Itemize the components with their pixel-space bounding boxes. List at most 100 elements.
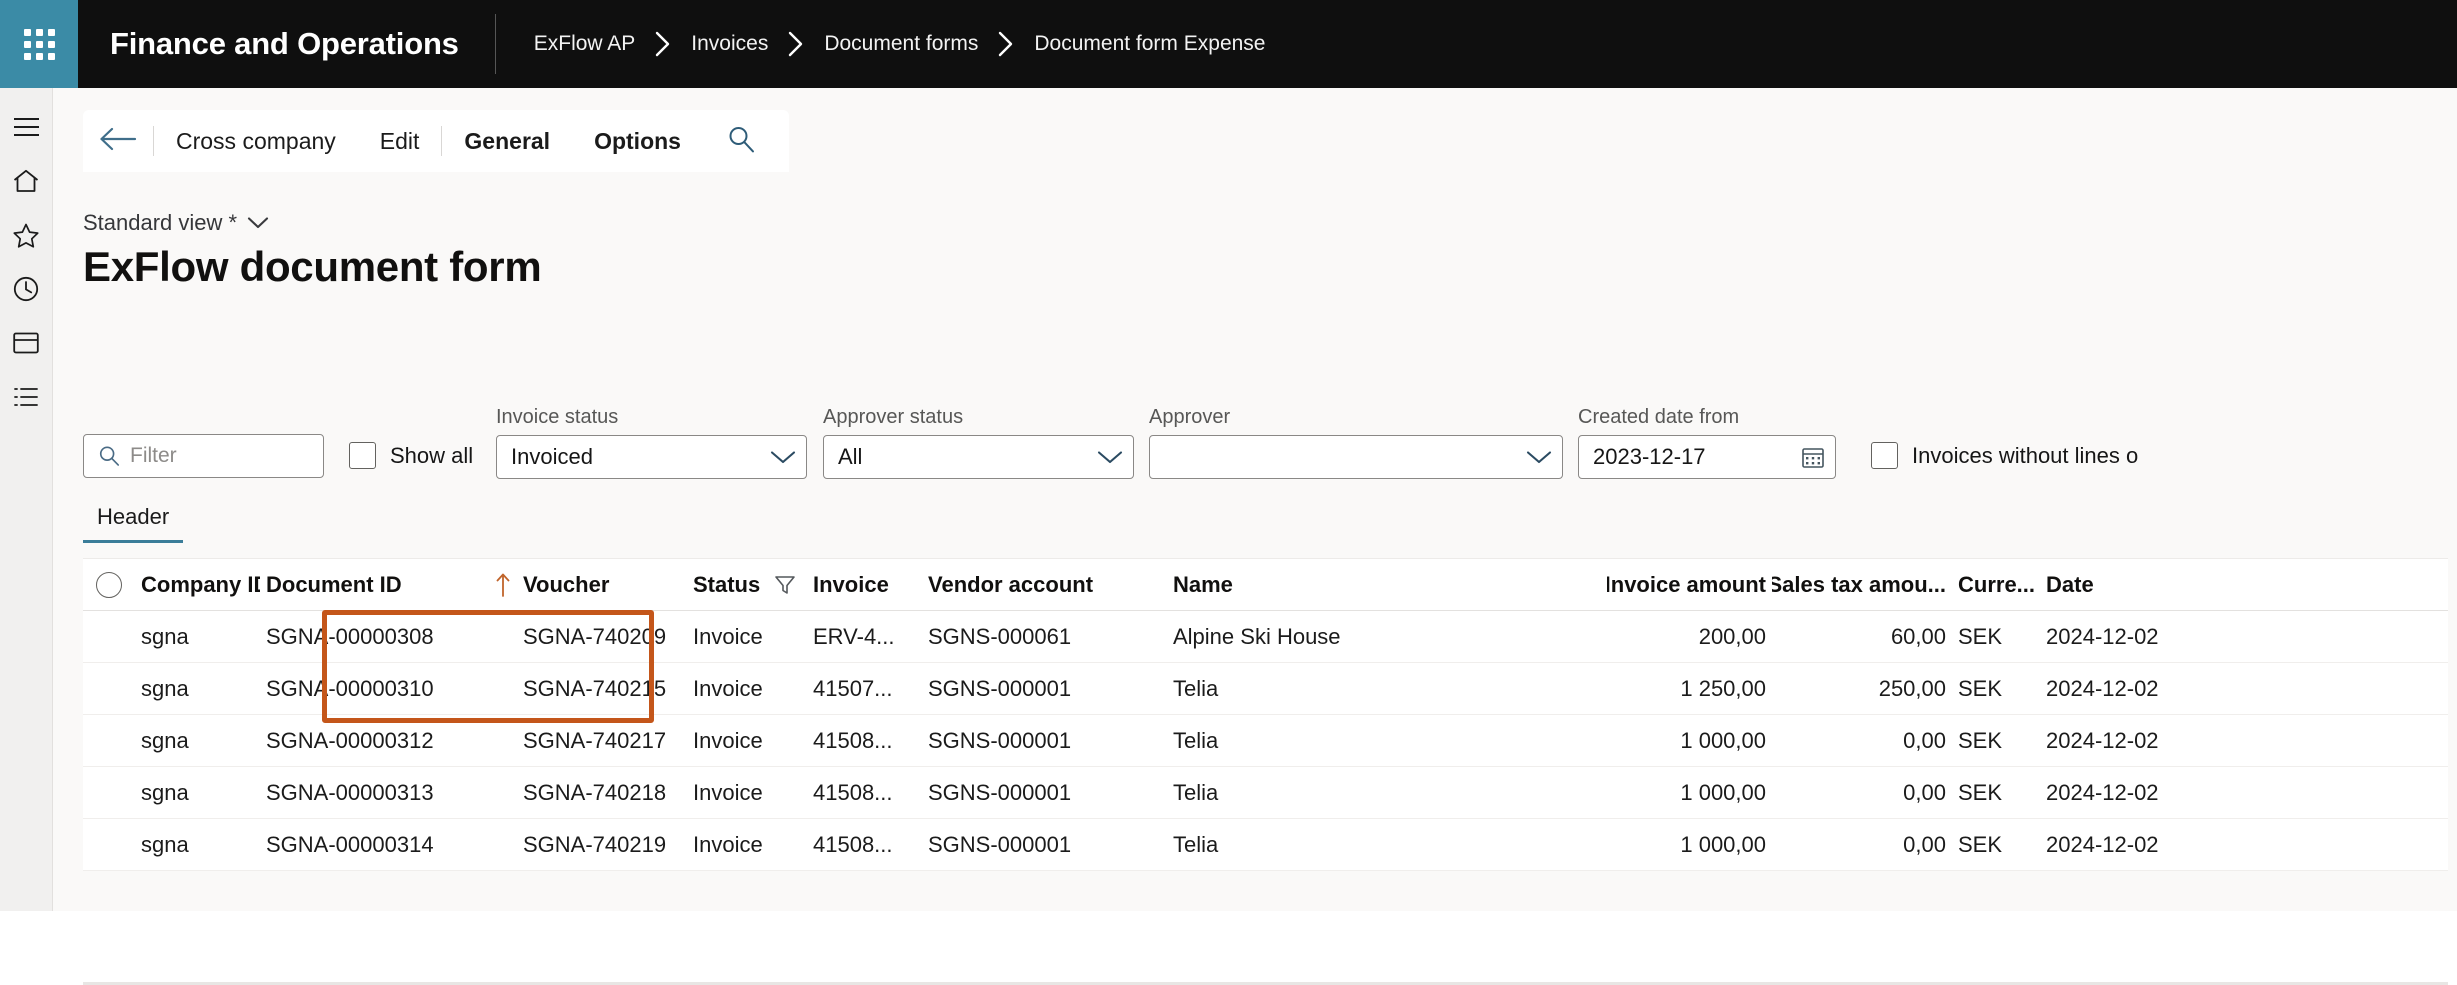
cell-sales-tax-amount[interactable]: 0,00 bbox=[1772, 728, 1952, 754]
cell-document-id[interactable]: SGNA-00000314 bbox=[260, 832, 445, 858]
cell-invoice[interactable]: 41508... bbox=[807, 728, 922, 754]
cell-document-id[interactable]: SGNA-00000312 bbox=[260, 728, 445, 754]
cell-invoice-amount[interactable]: 200,00 bbox=[1607, 624, 1772, 650]
cell-invoice-amount[interactable]: 1 000,00 bbox=[1607, 728, 1772, 754]
cell-vendor-account[interactable]: SGNS-000001 bbox=[922, 832, 1167, 858]
invoices-without-lines-checkbox[interactable] bbox=[1871, 442, 1898, 469]
cell-name[interactable]: Telia bbox=[1167, 728, 1607, 754]
sidebar-item-menu[interactable] bbox=[4, 106, 48, 148]
cell-vendor-account[interactable]: SGNS-000001 bbox=[922, 728, 1167, 754]
back-button[interactable] bbox=[83, 110, 153, 172]
cell-name[interactable]: Telia bbox=[1167, 780, 1607, 806]
column-header-date[interactable]: Date bbox=[2040, 572, 2240, 598]
cell-sales-tax-amount[interactable]: 0,00 bbox=[1772, 780, 1952, 806]
cell-company-id[interactable]: sgna bbox=[135, 728, 260, 754]
table-row[interactable]: sgnaSGNA-00000310 SGNA-740215Invoiced 4150… bbox=[83, 663, 2448, 715]
select-all-cell[interactable] bbox=[83, 571, 135, 598]
filter-funnel-icon[interactable] bbox=[762, 574, 807, 596]
invoice-status-select[interactable]: Invoiced bbox=[496, 435, 807, 479]
column-header-company-id[interactable]: Company ID bbox=[135, 572, 260, 598]
cell-document-id[interactable]: SGNA-00000310 bbox=[260, 676, 445, 702]
cell-date[interactable]: 2024-12-02 bbox=[2040, 624, 2240, 650]
cell-company-id[interactable]: sgna bbox=[135, 676, 260, 702]
filter-input[interactable]: Filter bbox=[83, 434, 324, 478]
show-all-checkbox[interactable] bbox=[349, 442, 376, 469]
cell-company-id[interactable]: sgna bbox=[135, 832, 260, 858]
table-row[interactable]: sgnaSGNA-00000313 SGNA-740218Invoiced 4150… bbox=[83, 767, 2448, 819]
cell-status[interactable]: Invoiced bbox=[687, 676, 762, 702]
cell-invoice-amount[interactable]: 1 000,00 bbox=[1607, 832, 1772, 858]
table-row[interactable]: sgnaSGNA-00000312 SGNA-740217Invoiced 4150… bbox=[83, 715, 2448, 767]
tab-header[interactable]: Header bbox=[83, 498, 184, 543]
created-date-from-input[interactable]: 2023-12-17 bbox=[1578, 435, 1836, 479]
cell-currency[interactable]: SEK bbox=[1952, 676, 2040, 702]
column-header-status[interactable]: Status bbox=[687, 572, 762, 598]
cell-voucher[interactable]: SGNA-740217 bbox=[517, 728, 687, 754]
show-all-checkbox-group[interactable]: Show all bbox=[349, 442, 473, 469]
cell-document-id[interactable]: SGNA-00000308 bbox=[260, 624, 445, 650]
sidebar-item-home[interactable] bbox=[4, 160, 48, 202]
cell-currency[interactable]: SEK bbox=[1952, 728, 2040, 754]
cell-status[interactable]: Invoiced bbox=[687, 780, 762, 806]
cell-invoice-amount[interactable]: 1 000,00 bbox=[1607, 780, 1772, 806]
sidebar-item-workspaces[interactable] bbox=[4, 322, 48, 364]
cell-date[interactable]: 2024-12-02 bbox=[2040, 780, 2240, 806]
cross-company-button[interactable]: Cross company bbox=[154, 110, 358, 172]
cell-voucher[interactable]: SGNA-740215 bbox=[517, 676, 687, 702]
breadcrumb-item-invoices[interactable]: Invoices bbox=[685, 32, 774, 56]
cell-date[interactable]: 2024-12-02 bbox=[2040, 728, 2240, 754]
calendar-icon[interactable] bbox=[1793, 445, 1825, 469]
sidebar-item-recent[interactable] bbox=[4, 268, 48, 310]
cell-name[interactable]: Telia bbox=[1167, 832, 1607, 858]
cell-company-id[interactable]: sgna bbox=[135, 780, 260, 806]
cell-invoice[interactable]: ERV-4... bbox=[807, 624, 922, 650]
cell-invoice[interactable]: 41508... bbox=[807, 832, 922, 858]
column-header-sales-tax-amount[interactable]: Sales tax amou... bbox=[1772, 572, 1952, 598]
app-title[interactable]: Finance and Operations bbox=[78, 0, 495, 88]
invoices-without-lines-checkbox-group[interactable]: Invoices without lines o bbox=[1871, 442, 2138, 469]
cell-sales-tax-amount[interactable]: 0,00 bbox=[1772, 832, 1952, 858]
cell-invoice[interactable]: 41508... bbox=[807, 780, 922, 806]
cell-sales-tax-amount[interactable]: 250,00 bbox=[1772, 676, 1952, 702]
cell-vendor-account[interactable]: SGNS-000001 bbox=[922, 676, 1167, 702]
cell-currency[interactable]: SEK bbox=[1952, 780, 2040, 806]
cell-document-id[interactable]: SGNA-00000313 bbox=[260, 780, 445, 806]
approver-status-select[interactable]: All bbox=[823, 435, 1134, 479]
edit-button[interactable]: Edit bbox=[358, 110, 442, 172]
column-header-name[interactable]: Name bbox=[1167, 572, 1607, 598]
breadcrumb-item-document-forms[interactable]: Document forms bbox=[818, 32, 984, 56]
cell-status[interactable]: Invoiced bbox=[687, 728, 762, 754]
cell-status[interactable]: Invoiced bbox=[687, 624, 762, 650]
cell-sales-tax-amount[interactable]: 60,00 bbox=[1772, 624, 1952, 650]
cell-voucher[interactable]: SGNA-740209 bbox=[517, 624, 687, 650]
cell-date[interactable]: 2024-12-02 bbox=[2040, 832, 2240, 858]
column-header-vendor-account[interactable]: Vendor account bbox=[922, 572, 1167, 598]
table-row[interactable]: sgnaSGNA-00000314 SGNA-740219Invoiced 4150… bbox=[83, 819, 2448, 871]
radio-unselected-icon[interactable] bbox=[96, 571, 122, 598]
app-launcher-button[interactable] bbox=[0, 0, 78, 88]
cell-date[interactable]: 2024-12-02 bbox=[2040, 676, 2240, 702]
options-menu-button[interactable]: Options bbox=[572, 110, 703, 172]
cell-invoice-amount[interactable]: 1 250,00 bbox=[1607, 676, 1772, 702]
table-row[interactable]: sgnaSGNA-00000308 SGNA-740209Invoiced ERV-… bbox=[83, 611, 2448, 663]
sidebar-item-modules[interactable] bbox=[4, 376, 48, 418]
cell-currency[interactable]: SEK bbox=[1952, 832, 2040, 858]
cell-currency[interactable]: SEK bbox=[1952, 624, 2040, 650]
cell-vendor-account[interactable]: SGNS-000001 bbox=[922, 780, 1167, 806]
cell-name[interactable]: Alpine Ski House bbox=[1167, 624, 1607, 650]
cell-status[interactable]: Invoiced bbox=[687, 832, 762, 858]
sidebar-item-favorites[interactable] bbox=[4, 214, 48, 256]
cell-voucher[interactable]: SGNA-740219 bbox=[517, 832, 687, 858]
cell-voucher[interactable]: SGNA-740218 bbox=[517, 780, 687, 806]
column-header-document-id[interactable]: Document ID bbox=[260, 572, 445, 598]
view-selector[interactable]: Standard view * bbox=[83, 210, 269, 236]
column-header-invoice-amount[interactable]: Invoice amount bbox=[1607, 572, 1772, 598]
breadcrumb-item-document-form-expense[interactable]: Document form Expense bbox=[1028, 32, 1271, 56]
approver-select[interactable] bbox=[1149, 435, 1563, 479]
cell-invoice[interactable]: 41507... bbox=[807, 676, 922, 702]
command-search-button[interactable] bbox=[703, 110, 779, 172]
breadcrumb-item-exflow-ap[interactable]: ExFlow AP bbox=[528, 32, 642, 56]
column-header-voucher[interactable]: Voucher bbox=[517, 572, 687, 598]
cell-vendor-account[interactable]: SGNS-000061 bbox=[922, 624, 1167, 650]
cell-company-id[interactable]: sgna bbox=[135, 624, 260, 650]
